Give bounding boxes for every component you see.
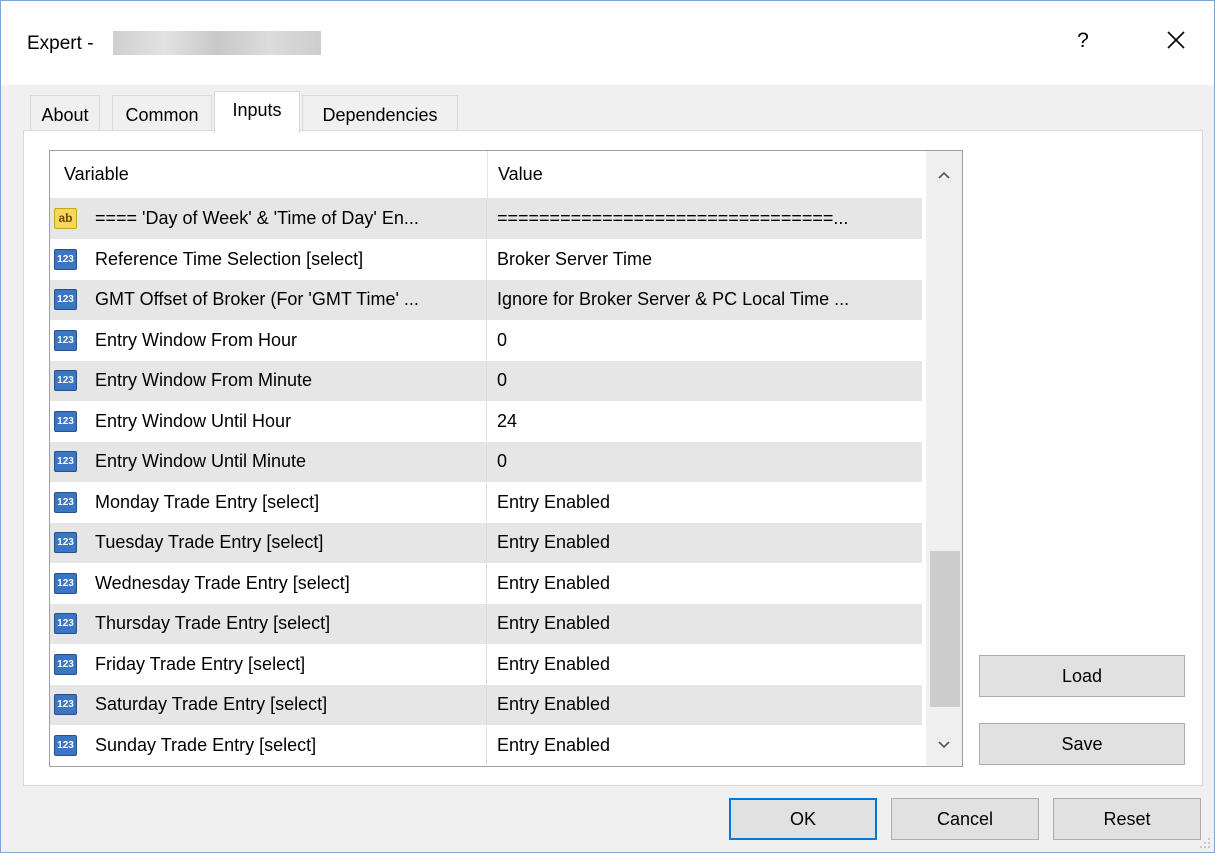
vertical-scrollbar[interactable] xyxy=(926,151,962,766)
grid-header: Variable Value xyxy=(50,151,922,199)
inputs-grid[interactable]: Variable Value ab ==== 'Day of Week' & 'T… xyxy=(49,150,963,767)
variable-name: Tuesday Trade Entry [select] xyxy=(95,532,324,552)
chevron-down-icon xyxy=(938,741,950,749)
variable-cell[interactable]: 123 Saturday Trade Entry [select] xyxy=(50,685,487,725)
table-row[interactable]: ab ==== 'Day of Week' & 'Time of Day' En.… xyxy=(50,199,922,240)
value-cell[interactable]: 0 xyxy=(497,330,507,351)
integer-type-icon: 123 xyxy=(54,653,77,675)
tab-dependencies[interactable]: Dependencies xyxy=(302,95,458,131)
integer-type-icon: 123 xyxy=(54,694,77,715)
variable-name: Thursday Trade Entry [select] xyxy=(95,613,331,633)
table-row[interactable]: 123 Entry Window Until Minute 0 xyxy=(50,442,922,483)
table-row[interactable]: 123 Tuesday Trade Entry [select] Entry Ena… xyxy=(50,523,922,564)
scrollbar-thumb[interactable] xyxy=(930,551,960,707)
variable-name: Wednesday Trade Entry [select] xyxy=(95,572,350,593)
variable-cell[interactable]: 123 Entry Window From Hour xyxy=(50,320,487,360)
variable-cell[interactable]: 123 Entry Window From Minute xyxy=(50,361,487,401)
tab-common[interactable]: Common xyxy=(112,95,212,131)
variable-cell[interactable]: 123 Reference Time Selection [select] xyxy=(50,239,487,279)
title-bar: Expert - ? xyxy=(1,1,1214,85)
integer-type-icon: 123 xyxy=(54,532,77,553)
ok-button[interactable]: OK xyxy=(729,798,877,840)
redacted-expert-name xyxy=(113,31,321,55)
integer-type-icon: 123 xyxy=(54,451,77,472)
variable-cell[interactable]: 123 Sunday Trade Entry [select] xyxy=(50,725,487,765)
value-cell[interactable]: Entry Enabled xyxy=(497,735,610,756)
integer-type-icon: 123 xyxy=(54,572,77,594)
value-cell[interactable]: Entry Enabled xyxy=(497,694,610,715)
integer-type-icon: 123 xyxy=(54,410,77,432)
table-row[interactable]: 123 Entry Window From Hour 0 xyxy=(50,320,922,361)
variable-cell[interactable]: 123 Wednesday Trade Entry [select] xyxy=(50,563,487,603)
table-row[interactable]: 123 Reference Time Selection [select] Brok… xyxy=(50,239,922,280)
variable-cell[interactable]: 123 Entry Window Until Hour xyxy=(50,401,487,441)
column-header-value[interactable]: Value xyxy=(498,164,543,185)
grid-rows: ab ==== 'Day of Week' & 'Time of Day' En.… xyxy=(50,199,922,766)
variable-name: Sunday Trade Entry [select] xyxy=(95,734,317,755)
variable-name: Monday Trade Entry [select] xyxy=(95,491,320,512)
variable-cell[interactable]: 123 GMT Offset of Broker (For 'GMT Time' … xyxy=(50,280,487,320)
value-cell[interactable]: Entry Enabled xyxy=(497,573,610,594)
table-row[interactable]: 123 Monday Trade Entry [select] Entry Enab… xyxy=(50,482,922,523)
value-cell[interactable]: Broker Server Time xyxy=(497,249,652,270)
close-button[interactable] xyxy=(1161,25,1191,55)
variable-cell[interactable]: 123 Entry Window Until Minute xyxy=(50,442,487,482)
variable-name: Entry Window Until Hour xyxy=(95,410,292,431)
value-cell[interactable]: Entry Enabled xyxy=(497,613,610,634)
table-row[interactable]: 123 Wednesday Trade Entry [select] Entry E… xyxy=(50,563,922,604)
integer-type-icon: 123 xyxy=(54,734,77,756)
value-cell[interactable]: 0 xyxy=(497,451,507,472)
value-cell[interactable]: Ignore for Broker Server & PC Local Time… xyxy=(497,289,849,310)
close-icon xyxy=(1167,31,1185,49)
variable-name: Entry Window From Minute xyxy=(95,370,313,390)
cancel-button[interactable]: Cancel xyxy=(891,798,1039,840)
integer-type-icon: 123 xyxy=(54,289,77,310)
integer-type-icon: 123 xyxy=(54,613,77,634)
table-row[interactable]: 123 Thursday Trade Entry [select] Entry En… xyxy=(50,604,922,645)
help-button[interactable]: ? xyxy=(1071,29,1095,53)
variable-cell[interactable]: 123 Thursday Trade Entry [select] xyxy=(50,604,487,644)
table-row[interactable]: 123 Entry Window Until Hour 24 xyxy=(50,401,922,442)
save-button[interactable]: Save xyxy=(979,723,1185,765)
table-row[interactable]: 123 GMT Offset of Broker (For 'GMT Time' … xyxy=(50,280,922,321)
variable-name: Entry Window From Hour xyxy=(95,329,298,350)
variable-name: Saturday Trade Entry [select] xyxy=(95,694,328,714)
value-cell[interactable]: Entry Enabled xyxy=(497,654,610,675)
scroll-up-button[interactable] xyxy=(926,157,962,193)
integer-type-icon: 123 xyxy=(54,329,77,351)
integer-type-icon: 123 xyxy=(54,248,77,270)
value-cell[interactable]: Entry Enabled xyxy=(497,532,610,553)
variable-name: ==== 'Day of Week' & 'Time of Day' En... xyxy=(95,208,419,228)
table-row[interactable]: 123 Saturday Trade Entry [select] Entry En… xyxy=(50,685,922,726)
table-row[interactable]: 123 Entry Window From Minute 0 xyxy=(50,361,922,402)
string-type-icon: ab xyxy=(54,208,77,229)
scroll-down-button[interactable] xyxy=(926,727,962,763)
resize-grip-icon[interactable] xyxy=(1199,837,1211,849)
variable-name: Entry Window Until Minute xyxy=(95,451,307,471)
variable-cell[interactable]: 123 Tuesday Trade Entry [select] xyxy=(50,523,487,563)
variable-name: GMT Offset of Broker (For 'GMT Time' ... xyxy=(95,289,419,309)
variable-name: Friday Trade Entry [select] xyxy=(95,653,306,674)
integer-type-icon: 123 xyxy=(54,370,77,391)
variable-name: Reference Time Selection [select] xyxy=(95,248,364,269)
chevron-up-icon xyxy=(938,171,950,179)
value-cell[interactable]: 24 xyxy=(497,411,517,432)
variable-cell[interactable]: 123 Monday Trade Entry [select] xyxy=(50,482,487,522)
variable-cell[interactable]: 123 Friday Trade Entry [select] xyxy=(50,644,487,684)
integer-type-icon: 123 xyxy=(54,491,77,513)
expert-dialog: Expert - ? About Common Inputs Dependenc… xyxy=(0,0,1215,853)
load-button[interactable]: Load xyxy=(979,655,1185,697)
variable-cell[interactable]: ab ==== 'Day of Week' & 'Time of Day' En.… xyxy=(50,199,487,239)
tab-about[interactable]: About xyxy=(30,95,100,131)
window-title: Expert - xyxy=(27,33,94,54)
table-row[interactable]: 123 Sunday Trade Entry [select] Entry Enab… xyxy=(50,725,922,766)
reset-button[interactable]: Reset xyxy=(1053,798,1201,840)
column-divider[interactable] xyxy=(487,151,488,199)
table-row[interactable]: 123 Friday Trade Entry [select] Entry Enab… xyxy=(50,644,922,685)
value-cell[interactable]: Entry Enabled xyxy=(497,492,610,513)
value-cell[interactable]: ================================... xyxy=(497,208,848,229)
tab-inputs[interactable]: Inputs xyxy=(214,91,300,133)
column-header-variable[interactable]: Variable xyxy=(64,164,129,185)
value-cell[interactable]: 0 xyxy=(497,370,507,391)
